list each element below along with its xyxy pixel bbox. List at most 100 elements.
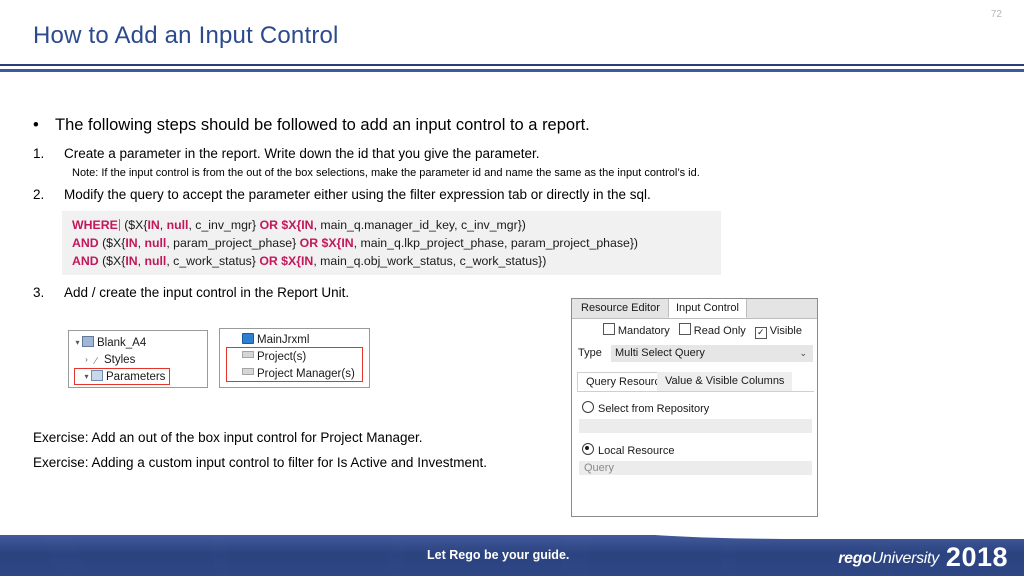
subtab-value-visible-columns[interactable]: Value & Visible Columns: [657, 372, 793, 391]
radio-local-resource-dot[interactable]: [582, 443, 594, 455]
step-3-text: Add / create the input control in the Re…: [64, 285, 350, 300]
slide-body: • The following steps should be followed …: [0, 0, 1024, 576]
parameters-tree-panel[interactable]: MainJrxml Project(s) Project Manager(s): [219, 328, 370, 388]
tree-item[interactable]: Project Manager(s): [220, 366, 369, 383]
checkbox-mandatory-box[interactable]: [602, 323, 615, 335]
sql-keyword: OR $X{IN: [259, 254, 314, 268]
sql-text: , param_project_phase}: [166, 236, 300, 250]
sql-text: , c_work_status}: [166, 254, 260, 268]
checkbox-mandatory-label: Mandatory: [617, 325, 670, 337]
radio-select-from-repository-dot[interactable]: [582, 401, 594, 413]
sql-code-line: AND ($X{IN, null, param_project_phase} O…: [62, 234, 721, 252]
document-icon: [82, 336, 94, 347]
sql-text: , main_q.obj_work_status, c_work_status}…: [313, 254, 547, 268]
type-select-value: Multi Select Query: [615, 347, 705, 359]
rego-university-logo: regoUniversity 2018: [838, 542, 1008, 573]
dialog-subtab-strip: Query Resource Value & Visible Columns: [577, 372, 814, 392]
sql-keyword: IN: [125, 236, 138, 250]
tree-item-label: Blank_A4: [97, 337, 147, 349]
sql-code-block: WHERE ($X{IN, null, c_inv_mgr} OR $X{IN,…: [62, 211, 721, 275]
sql-keyword: OR $X{IN: [259, 218, 314, 232]
tree-item[interactable]: MainJrxml: [220, 332, 369, 349]
dialog-checkbox-row: Mandatory Read Only Visible: [572, 323, 817, 339]
radio-select-from-repository-label: Select from Repository: [598, 403, 710, 415]
tree-item-label: Parameters: [106, 371, 166, 383]
sql-keyword: null: [144, 236, 167, 250]
sql-keyword: null: [144, 254, 167, 268]
step-1-text: Create a parameter in the report. Write …: [64, 146, 540, 161]
footer-tagline: Let Rego be your guide.: [427, 548, 570, 562]
step-3-marker: 3.: [33, 285, 45, 300]
tab-input-control[interactable]: Input Control: [668, 299, 747, 318]
tree-item[interactable]: Project(s): [220, 349, 369, 366]
exercise-1: Exercise: Add an out of the box input co…: [33, 430, 423, 445]
bullet-marker: •: [33, 116, 39, 134]
chevron-down-icon[interactable]: ▾: [82, 368, 91, 385]
sql-keyword: AND: [72, 236, 99, 250]
radio-select-from-repository[interactable]: Select from Repository: [582, 401, 709, 415]
parameters-icon: [91, 370, 103, 381]
step-2-text: Modify the query to accept the parameter…: [64, 187, 651, 202]
control-icon: [242, 368, 254, 375]
report-tree-panel[interactable]: ▾ Blank_A4 › ∕ Styles ▾ Parameters: [68, 330, 208, 388]
sql-code-line: AND ($X{IN, null, c_work_status} OR $X{I…: [62, 252, 721, 270]
step-3: 3. Add / create the input control in the …: [33, 285, 349, 300]
chevron-down-icon[interactable]: ⌄: [799, 345, 807, 362]
text-caret: [118, 219, 120, 231]
tab-resource-editor[interactable]: Resource Editor: [574, 299, 667, 318]
sql-text: ($X{: [120, 218, 148, 232]
chevron-down-icon[interactable]: ▾: [73, 334, 82, 351]
logo-year-text: 2018: [945, 542, 1008, 572]
sql-keyword: OR $X{IN: [299, 236, 354, 250]
checkbox-read-only-box[interactable]: [678, 323, 691, 335]
sql-text: ($X{: [98, 236, 126, 250]
tree-item[interactable]: › ∕ Styles: [69, 351, 207, 368]
step-2-marker: 2.: [33, 187, 45, 202]
sql-text: ,: [159, 218, 167, 232]
sql-text: , c_inv_mgr}: [188, 218, 260, 232]
step-1: 1. Create a parameter in the report. Writ…: [33, 146, 540, 161]
checkbox-visible-box[interactable]: [754, 327, 767, 339]
styles-icon: ∕: [95, 356, 97, 367]
footer-ray: [720, 535, 750, 576]
control-icon: [242, 351, 254, 358]
sql-text: ($X{: [98, 254, 126, 268]
sql-keyword: AND: [72, 254, 99, 268]
dialog-tabstrip: Resource Editor Input Control: [572, 299, 817, 319]
sql-keyword: null: [166, 218, 189, 232]
slide-footer: Let Rego be your guide. regoUniversity 20…: [0, 535, 1024, 576]
logo-rego-text: rego: [838, 550, 872, 567]
checkbox-read-only[interactable]: Read Only: [678, 323, 755, 337]
lead-bullet: • The following steps should be followed …: [33, 116, 590, 135]
step-1-note: Note: If the input control is from the o…: [72, 167, 700, 179]
checkbox-visible-label: Visible: [769, 325, 802, 337]
query-field[interactable]: Query: [579, 461, 812, 475]
chevron-right-icon[interactable]: ›: [82, 351, 91, 368]
tree-item[interactable]: ▾ Blank_A4: [69, 334, 207, 351]
sql-keyword: WHERE: [72, 218, 118, 232]
footer-ray: [5, 535, 85, 576]
radio-local-resource[interactable]: Local Resource: [582, 443, 674, 457]
sql-text: , main_q.lkp_project_phase, param_projec…: [353, 236, 639, 250]
footer-ray: [197, 535, 229, 576]
tree-item-label: MainJrxml: [257, 334, 310, 346]
logo-university-text: University: [871, 550, 940, 567]
checkbox-read-only-label: Read Only: [693, 325, 746, 337]
lead-bullet-text: The following steps should be followed t…: [55, 116, 590, 134]
sql-code-line: WHERE ($X{IN, null, c_inv_mgr} OR $X{IN,…: [62, 216, 721, 234]
repository-path-field[interactable]: [579, 419, 812, 433]
type-select[interactable]: Multi Select Query ⌄: [611, 345, 813, 362]
tree-item[interactable]: ▾ Parameters: [69, 368, 207, 385]
tree-item-label: Project Manager(s): [257, 368, 355, 380]
jrxml-icon: [242, 333, 254, 344]
exercise-2: Exercise: Adding a custom input control …: [33, 455, 487, 470]
checkbox-mandatory[interactable]: Mandatory: [602, 323, 679, 337]
checkbox-visible[interactable]: Visible: [754, 325, 811, 339]
footer-ray: [385, 535, 432, 576]
tree-item-label: Styles: [104, 354, 136, 366]
radio-local-resource-label: Local Resource: [598, 445, 675, 457]
type-row: Type Multi Select Query ⌄: [578, 345, 813, 362]
slide-canvas: 72 How to Add an Input Control • The foll…: [0, 0, 1024, 576]
resource-editor-dialog[interactable]: Resource Editor Input Control Mandatory R…: [571, 298, 818, 517]
tree-item-label: Project(s): [257, 351, 307, 363]
